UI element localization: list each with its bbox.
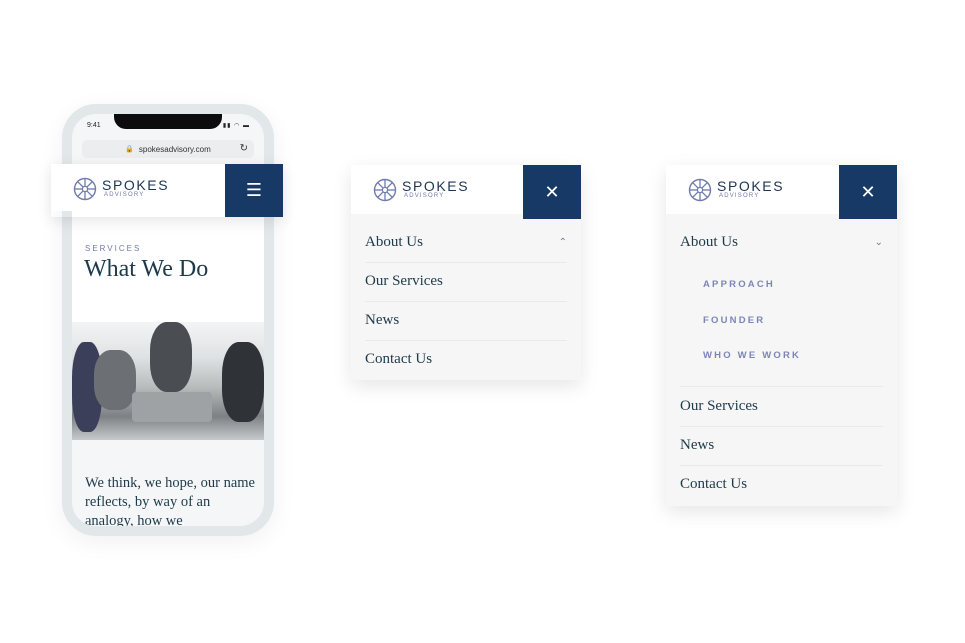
hamburger-icon: ☰	[245, 180, 263, 201]
submenu-item-who-we-work[interactable]: WHO WE WORK	[703, 350, 801, 361]
chevron-up-icon[interactable]: ⌃	[559, 237, 567, 248]
menu-item-label: Our Services	[680, 398, 758, 414]
reload-icon[interactable]: ↻	[240, 143, 248, 154]
wheel-logo-icon	[73, 177, 97, 201]
wheel-logo-icon	[688, 178, 712, 202]
phone-notch	[114, 114, 222, 129]
close-icon: ✕	[860, 181, 876, 203]
menu-item-label: Contact Us	[680, 476, 748, 492]
intro-paragraph: We think, we hope, our name reflects, by…	[85, 475, 255, 526]
logo-sub: ADVISORY	[104, 192, 145, 198]
menu-item-contact-us[interactable]: Contact Us	[680, 465, 883, 504]
logo-name: SPOKES	[402, 178, 470, 194]
menu-item-contact-us[interactable]: Contact Us	[365, 340, 567, 379]
url-text: spokesadvisory.com	[138, 144, 211, 154]
hamburger-menu-button[interactable]: ☰	[225, 164, 283, 217]
close-menu-button[interactable]: ✕	[839, 165, 897, 219]
status-icons: ▮▮ ◠ ▬	[222, 123, 250, 129]
menu-item-news[interactable]: News	[680, 426, 883, 466]
menu-item-news[interactable]: News	[365, 301, 567, 341]
menu-item-our-services[interactable]: Our Services	[680, 387, 883, 427]
section-eyebrow: SERVICES	[85, 244, 142, 253]
close-menu-button[interactable]: ✕	[523, 165, 581, 219]
submenu-item-founder[interactable]: FOUNDER	[703, 315, 765, 326]
nav-menu-collapsed: SPOKES ADVISORY ✕ About Us ⌃ Our Service…	[351, 165, 581, 380]
logo-name: SPOKES	[102, 177, 170, 193]
menu-item-label: About Us	[365, 234, 423, 250]
menu-item-label: Contact Us	[365, 351, 433, 367]
url-bar[interactable]: 🔒 spokesadvisory.com ↻	[82, 140, 254, 158]
phone-site-header: SPOKES ADVISORY ☰	[51, 164, 283, 217]
nav-menu-expanded: SPOKES ADVISORY ✕ About Us ⌄ APPROACH FO…	[666, 165, 897, 506]
menu-item-label: News	[365, 312, 400, 328]
menu-item-label: News	[680, 437, 715, 453]
menu-item-about-us[interactable]: About Us ⌃	[365, 223, 567, 263]
logo[interactable]: SPOKES ADVISORY	[373, 177, 469, 203]
logo-sub: ADVISORY	[719, 193, 760, 199]
wheel-logo-icon	[373, 178, 397, 202]
lock-icon: 🔒	[125, 146, 134, 153]
logo-area: SPOKES ADVISORY	[51, 164, 225, 211]
logo-sub: ADVISORY	[404, 193, 445, 199]
logo[interactable]: SPOKES ADVISORY	[688, 177, 784, 203]
chevron-down-icon[interactable]: ⌄	[875, 237, 883, 248]
close-icon: ✕	[544, 181, 560, 203]
logo-name: SPOKES	[717, 178, 785, 194]
menu-item-label: About Us	[680, 234, 738, 250]
page-title: What We Do	[84, 256, 209, 282]
menu-item-our-services[interactable]: Our Services	[365, 262, 567, 302]
submenu-item-approach[interactable]: APPROACH	[703, 279, 775, 290]
menu-item-label: Our Services	[365, 273, 443, 289]
logo[interactable]: SPOKES ADVISORY	[73, 176, 169, 202]
status-time: 9:41	[87, 122, 101, 129]
meeting-photo	[72, 322, 264, 440]
menu-item-about-us[interactable]: About Us ⌄	[680, 223, 883, 262]
